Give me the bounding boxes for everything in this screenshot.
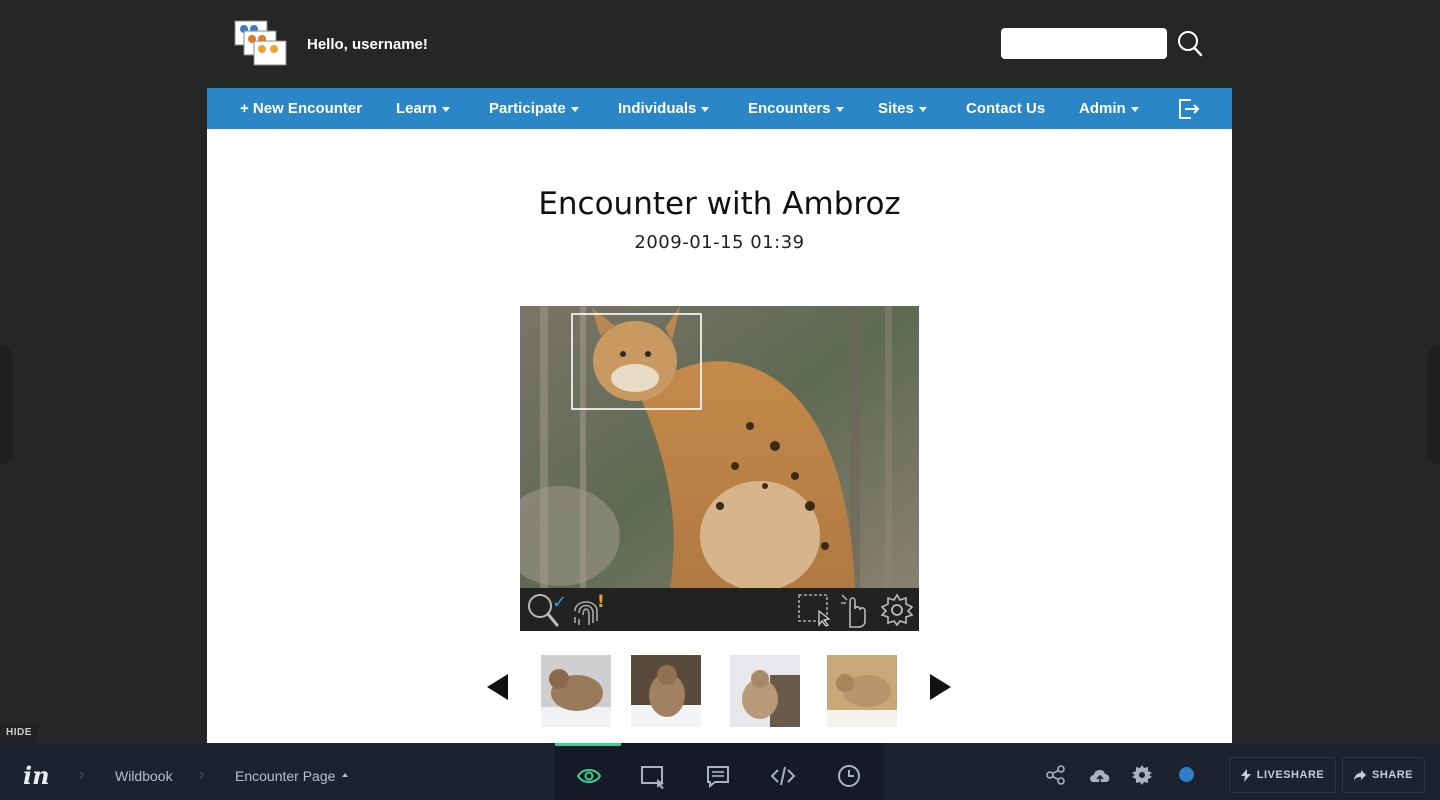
carousel-prev-arrow[interactable] — [487, 674, 508, 700]
wildbook-logo — [234, 20, 287, 66]
chevron-down-icon — [918, 106, 927, 112]
nav-label: Contact Us — [966, 100, 1046, 117]
chevron-up-icon[interactable] — [342, 773, 348, 777]
share-arrow-icon — [1353, 769, 1366, 781]
nav-label: Admin — [1079, 100, 1126, 117]
breadcrumb-separator: › — [79, 766, 85, 783]
nav-participate[interactable]: Participate — [489, 100, 579, 117]
nav-individuals[interactable]: Individuals — [618, 100, 710, 117]
preview-eye-icon[interactable] — [576, 763, 602, 789]
gear-icon[interactable] — [880, 593, 914, 627]
liveshare-button[interactable]: LIVESHARE — [1229, 757, 1336, 793]
select-region-icon[interactable] — [797, 593, 833, 627]
encounter-content: Encounter with Ambroz 2009-01-15 01:39 ✓… — [207, 129, 1232, 743]
thumbnail-1[interactable] — [541, 655, 611, 727]
code-inspect-icon[interactable] — [770, 763, 796, 789]
chevron-down-icon — [835, 106, 844, 112]
hide-toolbar-button[interactable]: HIDE — [0, 723, 38, 743]
search-icon[interactable] — [1177, 30, 1203, 58]
nav-new-encounter[interactable]: + New Encounter — [240, 100, 362, 117]
nav-contact-us[interactable]: Contact Us — [966, 100, 1045, 117]
chevron-down-icon — [1130, 106, 1139, 112]
breadcrumb-screen[interactable]: Encounter Page — [235, 768, 335, 784]
page-title: Encounter with Ambroz — [538, 186, 901, 222]
encounter-photo[interactable] — [520, 306, 919, 588]
thumbnail-2[interactable] — [631, 655, 701, 727]
match-check-mark: ✓ — [552, 592, 566, 613]
nav-label: Learn — [396, 100, 437, 117]
site-header: Hello, username! — [207, 0, 1232, 88]
nav-label: Participate — [489, 100, 566, 117]
chevron-down-icon — [570, 106, 579, 112]
active-mode-indicator — [555, 743, 621, 746]
nav-label: Individuals — [618, 100, 697, 117]
nav-label: + New Encounter — [240, 100, 363, 117]
cloud-upload-icon[interactable] — [1088, 764, 1112, 786]
nav-admin[interactable]: Admin — [1079, 100, 1139, 117]
hand-pointer-icon[interactable] — [838, 591, 872, 629]
liveshare-label: LIVESHARE — [1256, 769, 1325, 781]
comment-icon[interactable] — [705, 763, 731, 789]
photo-toolbar: ✓ ! — [520, 588, 919, 631]
share-button[interactable]: SHARE — [1342, 757, 1425, 793]
nav-learn[interactable]: Learn — [396, 100, 450, 117]
invision-logo-icon[interactable]: in — [22, 762, 52, 790]
nav-label: Encounters — [748, 100, 831, 117]
greeting-text: Hello, username! — [307, 36, 428, 53]
match-search-icon[interactable]: ✓ — [526, 592, 566, 628]
chevron-down-icon — [701, 106, 710, 112]
search-input[interactable] — [1001, 28, 1167, 59]
share-label: SHARE — [1371, 769, 1413, 781]
logout-icon[interactable] — [1177, 96, 1201, 122]
share-nodes-icon[interactable] — [1045, 764, 1067, 786]
prototype-frame: Hello, username! + New Encounter Learn P… — [207, 0, 1232, 743]
build-mode-icon[interactable] — [640, 763, 666, 789]
settings-gear-icon[interactable] — [1131, 764, 1153, 786]
left-edge-tab — [0, 345, 13, 465]
carousel-next-arrow[interactable] — [930, 674, 951, 700]
thumbnail-4[interactable] — [827, 655, 897, 727]
breadcrumb-project[interactable]: Wildbook — [115, 768, 173, 784]
nav-sites[interactable]: Sites — [878, 100, 927, 117]
svg-text:in: in — [23, 762, 50, 790]
user-status-dot[interactable] — [1179, 767, 1194, 782]
nav-encounters[interactable]: Encounters — [748, 100, 844, 117]
fingerprint-warning-mark: ! — [597, 592, 605, 612]
history-clock-icon[interactable] — [836, 763, 862, 789]
encounter-datetime: 2009-01-15 01:39 — [634, 232, 805, 253]
nav-label: Sites — [878, 100, 914, 117]
breadcrumb-separator: › — [199, 766, 205, 783]
lightning-icon — [1240, 768, 1251, 782]
right-edge-tab — [1427, 345, 1440, 465]
thumbnail-3[interactable] — [730, 655, 800, 727]
main-nav: + New Encounter Learn Participate Indivi… — [207, 88, 1232, 129]
chevron-down-icon — [441, 106, 450, 112]
fingerprint-icon[interactable]: ! — [570, 591, 608, 629]
